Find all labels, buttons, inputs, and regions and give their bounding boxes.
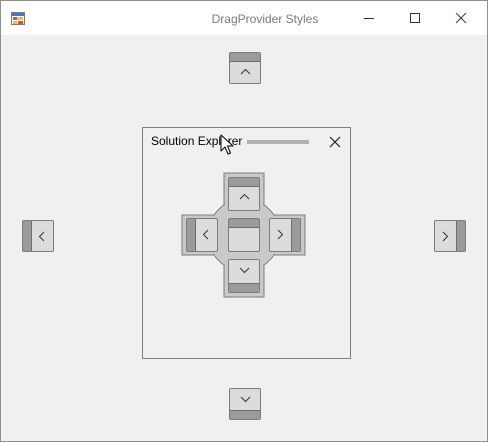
chevron-down-icon bbox=[239, 267, 250, 274]
title-bar[interactable]: DragProvider Styles bbox=[1, 1, 487, 35]
chevron-right-icon bbox=[442, 231, 449, 242]
chevron-up-icon bbox=[240, 68, 251, 75]
close-icon[interactable] bbox=[329, 136, 341, 148]
panel-grip[interactable] bbox=[247, 140, 309, 144]
dock-guide-band bbox=[230, 410, 260, 419]
chevron-left-icon bbox=[38, 231, 45, 242]
chevron-down-icon bbox=[240, 396, 251, 403]
dock-compass bbox=[181, 171, 307, 299]
dock-guide-band bbox=[187, 219, 196, 251]
chevron-right-icon bbox=[277, 229, 284, 240]
maximize-icon bbox=[410, 13, 420, 23]
dock-guide-bottom[interactable] bbox=[229, 388, 261, 420]
dock-guide-band bbox=[229, 283, 259, 292]
close-icon bbox=[455, 12, 467, 24]
minimize-icon bbox=[364, 18, 374, 19]
dock-guide-band bbox=[230, 53, 260, 62]
minimize-button[interactable] bbox=[346, 1, 392, 35]
dock-guide-top[interactable] bbox=[229, 52, 261, 84]
mouse-cursor-icon bbox=[220, 134, 234, 155]
dock-guide-band bbox=[229, 178, 259, 187]
maximize-button[interactable] bbox=[392, 1, 438, 35]
dock-guide-band bbox=[229, 219, 259, 228]
compass-dock-left[interactable] bbox=[186, 218, 218, 252]
dock-guide-band bbox=[291, 219, 300, 251]
compass-dock-bottom[interactable] bbox=[228, 259, 260, 293]
dock-guide-band bbox=[456, 221, 465, 251]
compass-dock-fill[interactable] bbox=[228, 218, 260, 252]
dock-guide-left[interactable] bbox=[22, 220, 54, 252]
compass-dock-top[interactable] bbox=[228, 177, 260, 211]
compass-dock-right[interactable] bbox=[269, 218, 301, 252]
dock-guide-band bbox=[23, 221, 32, 251]
chevron-up-icon bbox=[239, 193, 250, 200]
dock-guide-right[interactable] bbox=[434, 220, 466, 252]
app-window: DragProvider Styles Solution Explorer bbox=[0, 0, 488, 442]
close-button[interactable] bbox=[438, 1, 484, 35]
chevron-left-icon bbox=[202, 229, 209, 240]
